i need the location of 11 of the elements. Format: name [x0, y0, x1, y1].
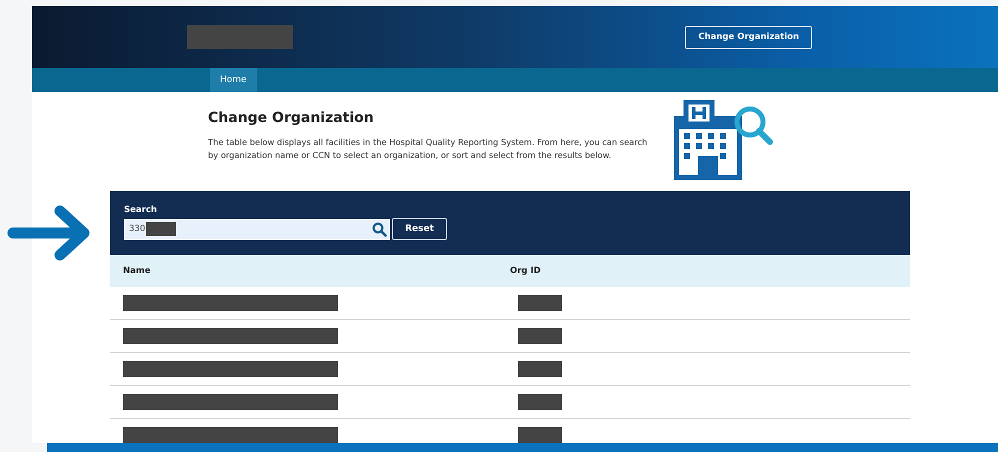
column-header: Name — [122, 266, 152, 276]
search-icon[interactable] — [372, 222, 387, 236]
column-header: Org ID — [510, 266, 541, 276]
nav-tab[interactable]: Home — [210, 68, 257, 92]
hospital-search-icon — [672, 100, 774, 182]
change-organization-button[interactable]: Change Organization — [685, 26, 812, 48]
search-field[interactable]: 330 — [124, 218, 390, 240]
page-description: The table below displays all facilities in the Hospital Quality Reporting System. From here, you can search by organization name or CCN to select an organization, or sort and select from the results below. — [208, 136, 648, 162]
reset-button[interactable]: Reset — [392, 218, 447, 240]
page-title: Change Organization — [208, 110, 375, 126]
search-label: Search — [124, 205, 158, 215]
